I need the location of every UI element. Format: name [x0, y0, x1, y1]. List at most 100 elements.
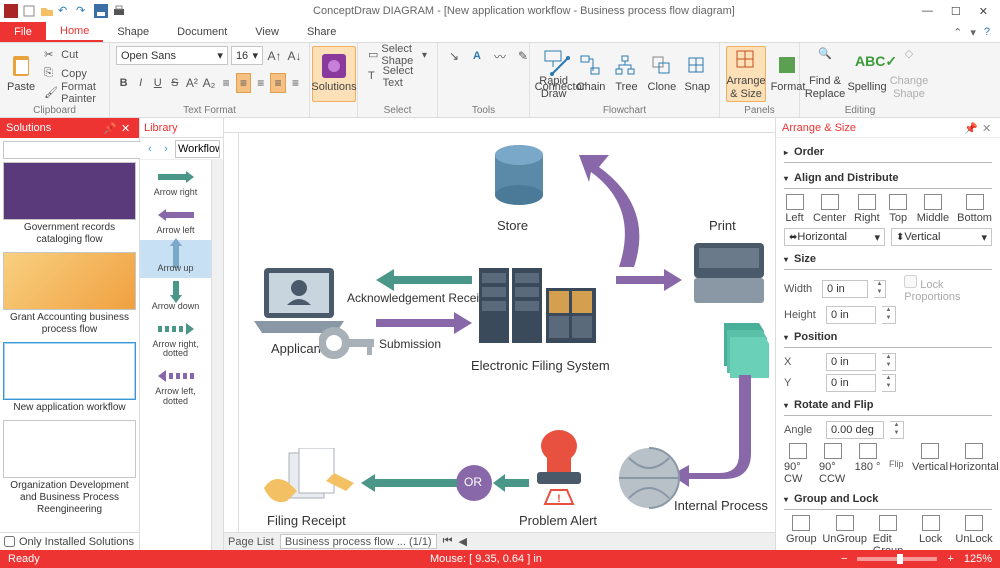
italic-button[interactable]: I	[133, 73, 148, 93]
tab-view[interactable]: View	[241, 22, 293, 42]
shape-key[interactable]	[319, 323, 379, 363]
solution-thumb-3[interactable]	[3, 342, 136, 400]
ribbon-opts-icon[interactable]: ▾	[970, 26, 976, 39]
arrow-internal-to-or[interactable]	[491, 473, 531, 493]
underline-button[interactable]: U	[150, 73, 165, 93]
find-replace-button[interactable]: 🔍Find & Replace	[806, 46, 844, 102]
snap-button[interactable]: Snap	[682, 46, 713, 102]
solutions-search-input[interactable]	[3, 141, 143, 159]
align-right-btn[interactable]: Right	[854, 194, 880, 224]
lib-back-icon[interactable]: ‹	[143, 142, 157, 156]
tool-text-icon[interactable]: A	[467, 46, 487, 66]
arrow-or-to-filing[interactable]	[359, 473, 459, 493]
rotate-180-btn[interactable]: 180 °	[854, 443, 881, 485]
minimize-button[interactable]: —	[922, 5, 933, 18]
select-text-button[interactable]: TSelect Text	[364, 68, 431, 86]
subscript-button[interactable]: A₂	[201, 73, 216, 93]
font-shrink-icon[interactable]: A↓	[286, 46, 303, 66]
library-scrollbar[interactable]	[211, 160, 223, 550]
ribbon-min-icon[interactable]: ⌃	[953, 26, 962, 39]
arrange-size-button[interactable]: Arrange & Size	[726, 46, 766, 102]
qat-open-icon[interactable]	[40, 4, 54, 18]
shape-printer[interactable]	[684, 233, 774, 313]
flip-vertical-btn[interactable]: Vertical	[912, 443, 948, 485]
align-left-button[interactable]: ≡	[219, 73, 234, 93]
font-select[interactable]: Open Sans▾	[116, 46, 228, 65]
width-spinner[interactable]: ▲▼	[874, 280, 887, 298]
font-size-select[interactable]: 16▾	[231, 46, 263, 65]
superscript-button[interactable]: A²	[184, 73, 199, 93]
group-btn[interactable]: Group	[784, 515, 819, 550]
status-zoom-in[interactable]: +	[947, 553, 953, 565]
tool-line-icon[interactable]: ↘	[444, 46, 464, 66]
rapid-draw-button[interactable]: Rapid Draw	[536, 46, 571, 102]
width-input[interactable]: 0 in	[822, 280, 868, 298]
paste-button[interactable]: Paste	[6, 46, 36, 102]
file-tab[interactable]: File	[0, 22, 46, 42]
arrow-efs-to-print[interactable]	[614, 268, 684, 292]
angle-input[interactable]: 0.00 deg	[826, 421, 884, 439]
page-tab[interactable]: Business process flow ... (1/1)	[280, 534, 437, 549]
tool-poly-icon[interactable]: 〰	[490, 46, 510, 66]
qat-print-icon[interactable]	[112, 4, 126, 18]
select-shape-button[interactable]: ▭Select Shape▾	[364, 46, 431, 64]
rotate-90ccw-btn[interactable]: 90° CCW	[819, 443, 846, 485]
section-order[interactable]: Order	[784, 142, 992, 163]
distribute-horizontal-select[interactable]: ⬌ Horizontal▾	[784, 228, 885, 246]
height-input[interactable]: 0 in	[826, 306, 876, 324]
lib-item-arrow-left-dotted[interactable]: Arrow left, dotted	[140, 363, 211, 411]
page-nav-prev[interactable]: ◀	[459, 535, 467, 548]
arrange-close-icon[interactable]: ✕	[982, 122, 994, 134]
solution-thumb-4[interactable]	[3, 420, 136, 478]
format-painter-button[interactable]: 🖌Format Painter	[40, 84, 103, 102]
ungroup-btn[interactable]: UnGroup	[827, 515, 863, 550]
solution-thumb-2[interactable]	[3, 252, 136, 310]
y-input[interactable]: 0 in	[826, 374, 876, 392]
edit-group-btn[interactable]: Edit Group	[871, 515, 906, 550]
flip-horizontal-btn[interactable]: Horizontal	[956, 443, 992, 485]
align-left-btn[interactable]: Left	[784, 194, 805, 224]
align-center-button[interactable]: ≡	[236, 73, 252, 93]
font-grow-icon[interactable]: A↑	[266, 46, 283, 66]
tab-shape[interactable]: Shape	[103, 22, 163, 42]
qat-save-icon[interactable]	[94, 4, 108, 18]
y-spinner[interactable]: ▲▼	[882, 374, 896, 392]
shape-paper-stack[interactable]	[719, 318, 769, 378]
arrange-pin-icon[interactable]: 📌	[964, 122, 976, 134]
align-right-button[interactable]: ≡	[253, 73, 268, 93]
shape-efs[interactable]	[474, 263, 604, 353]
lock-btn[interactable]: Lock	[913, 515, 948, 550]
close-icon[interactable]: ✕	[121, 122, 133, 134]
align-center-btn[interactable]: Center	[813, 194, 846, 224]
tab-share[interactable]: Share	[293, 22, 350, 42]
align-middle-btn[interactable]: Middle	[917, 194, 949, 224]
solution-thumb-1[interactable]	[3, 162, 136, 220]
tab-document[interactable]: Document	[163, 22, 241, 42]
section-align[interactable]: Align and Distribute	[784, 168, 992, 189]
section-group[interactable]: Group and Lock	[784, 489, 992, 510]
spelling-button[interactable]: ABC✓Spelling	[848, 46, 886, 102]
lib-item-arrow-down[interactable]: Arrow down	[140, 278, 211, 316]
qat-undo-icon[interactable]: ↶	[58, 4, 72, 18]
section-position[interactable]: Position	[784, 327, 992, 348]
arrow-ack[interactable]	[374, 268, 474, 292]
lib-item-arrow-right-dotted[interactable]: Arrow right, dotted	[140, 316, 211, 364]
tree-button[interactable]: Tree	[611, 46, 642, 102]
tab-home[interactable]: Home	[46, 22, 103, 42]
arrow-efs-to-store[interactable]	[539, 147, 669, 277]
arrow-submission[interactable]	[374, 311, 474, 335]
lib-item-arrow-left[interactable]: Arrow left	[140, 202, 211, 240]
help-icon[interactable]: ?	[984, 26, 990, 38]
status-zoom-out[interactable]: −	[841, 553, 847, 565]
shape-filing[interactable]	[259, 448, 359, 513]
cut-button[interactable]: ✂Cut	[40, 46, 103, 64]
rotate-90cw-btn[interactable]: 90° CW	[784, 443, 811, 485]
chain-button[interactable]: Chain	[575, 46, 606, 102]
x-input[interactable]: 0 in	[826, 353, 876, 371]
section-rotate[interactable]: Rotate and Flip	[784, 395, 992, 416]
maximize-button[interactable]: ☐	[951, 5, 961, 18]
unlock-btn[interactable]: UnLock	[956, 515, 992, 550]
clone-button[interactable]: Clone	[646, 46, 677, 102]
qat-redo-icon[interactable]: ↷	[76, 4, 90, 18]
height-spinner[interactable]: ▲▼	[882, 306, 896, 324]
